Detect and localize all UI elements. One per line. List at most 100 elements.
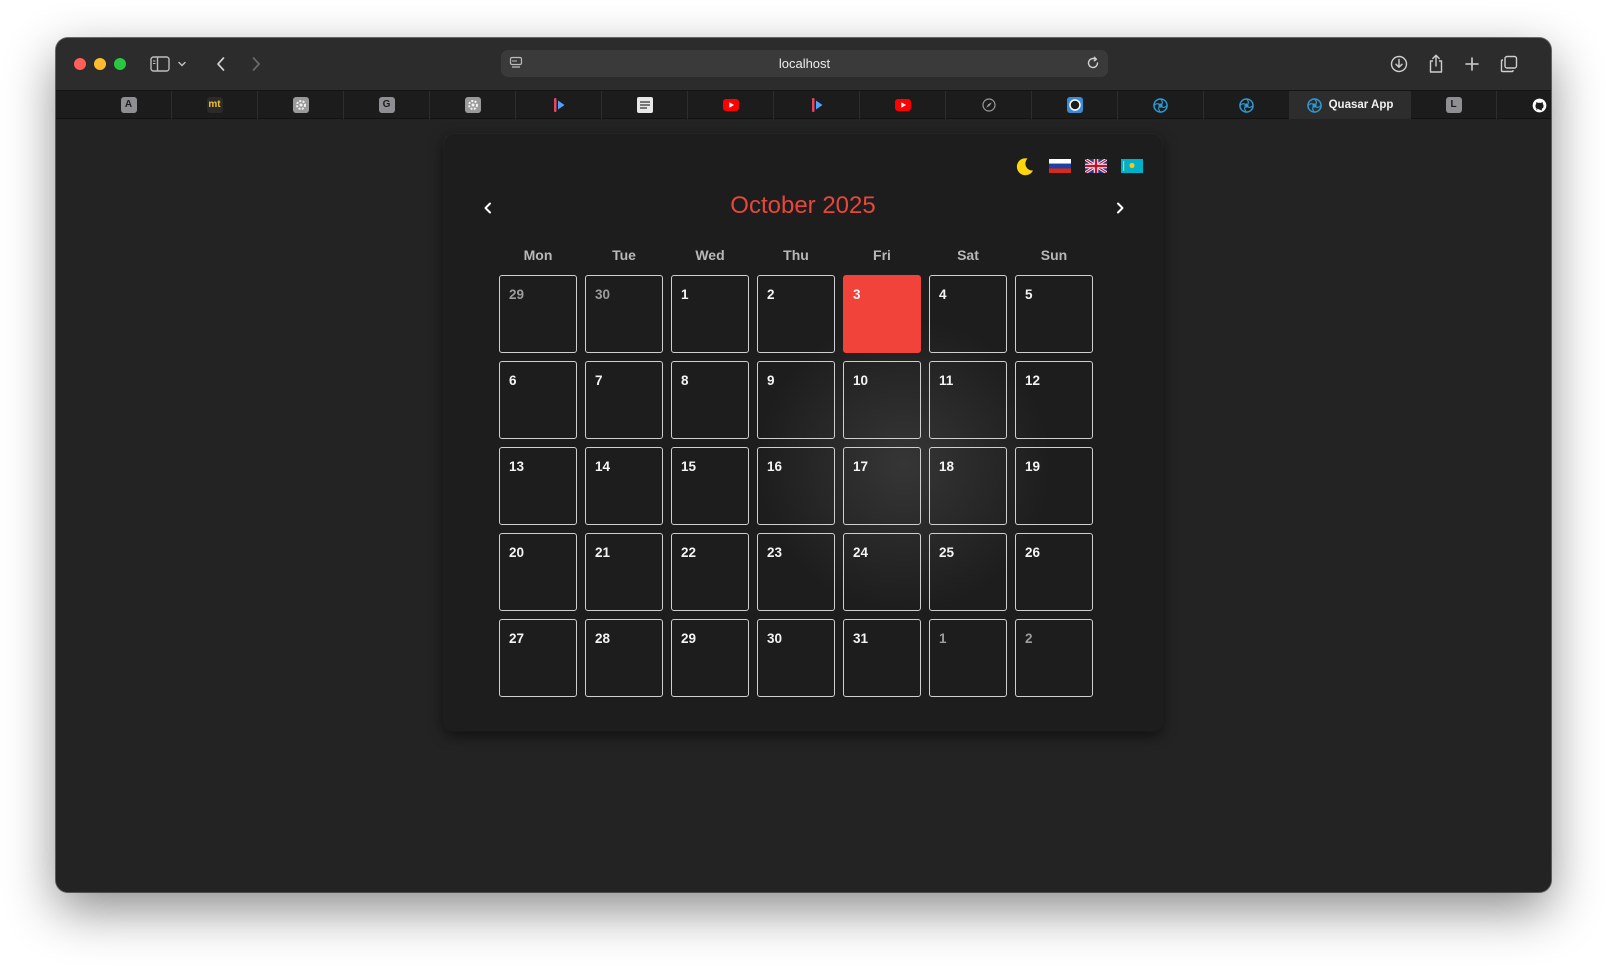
day-cell[interactable]: 7 bbox=[585, 361, 663, 439]
day-cell[interactable]: 29 bbox=[499, 275, 577, 353]
browser-tab[interactable]: L bbox=[1411, 91, 1497, 119]
day-cell[interactable]: 30 bbox=[585, 275, 663, 353]
day-cell[interactable]: 8 bbox=[671, 361, 749, 439]
browser-tab[interactable]: G bbox=[344, 91, 430, 119]
day-cell[interactable]: 14 bbox=[585, 447, 663, 525]
day-number: 14 bbox=[595, 459, 611, 474]
browser-tab[interactable] bbox=[688, 91, 774, 119]
day-number: 20 bbox=[509, 545, 525, 560]
day-cell[interactable]: 1 bbox=[671, 275, 749, 353]
russian-flag-icon[interactable] bbox=[1049, 159, 1071, 173]
day-cell[interactable]: 2 bbox=[757, 275, 835, 353]
day-number: 13 bbox=[509, 459, 525, 474]
day-cell[interactable]: 15 bbox=[671, 447, 749, 525]
calendar-card: October 2025 Mon Tue Wed Thu Fri Sat Sun 29 30 1 2… bbox=[444, 134, 1162, 731]
day-cell[interactable]: 21 bbox=[585, 533, 663, 611]
github-favicon bbox=[1532, 97, 1548, 113]
day-number: 2 bbox=[1025, 631, 1033, 646]
day-cell[interactable]: 2 bbox=[1015, 619, 1093, 697]
day-number: 10 bbox=[853, 373, 869, 388]
day-cell[interactable]: 30 bbox=[757, 619, 835, 697]
youtube-favicon bbox=[722, 97, 739, 113]
day-cell[interactable]: 16 bbox=[757, 447, 835, 525]
day-cell[interactable]: 31 bbox=[843, 619, 921, 697]
day-cell[interactable]: 12 bbox=[1015, 361, 1093, 439]
zoom-window-button[interactable] bbox=[114, 58, 126, 70]
browser-tab[interactable] bbox=[1118, 91, 1204, 119]
browser-tab[interactable] bbox=[1032, 91, 1118, 119]
day-cell-today[interactable]: 3 bbox=[843, 275, 921, 353]
day-cell[interactable]: 23 bbox=[757, 533, 835, 611]
day-number: 29 bbox=[509, 287, 525, 302]
browser-tab[interactable] bbox=[946, 91, 1032, 119]
chevron-down-icon[interactable] bbox=[175, 52, 189, 76]
day-number: 12 bbox=[1025, 373, 1041, 388]
browser-window: localhost Amt G Quasar App L October 202… bbox=[56, 38, 1551, 892]
day-cell[interactable]: 24 bbox=[843, 533, 921, 611]
address-bar[interactable]: localhost bbox=[501, 50, 1108, 77]
day-number: 2 bbox=[767, 287, 775, 302]
kazakhstan-flag-icon[interactable] bbox=[1121, 159, 1143, 173]
next-month-button[interactable] bbox=[1108, 196, 1132, 220]
browser-tab[interactable] bbox=[774, 91, 860, 119]
day-cell[interactable]: 18 bbox=[929, 447, 1007, 525]
browser-tab[interactable] bbox=[258, 91, 344, 119]
weekday-header: Wed bbox=[695, 247, 725, 263]
day-number: 30 bbox=[595, 287, 611, 302]
day-cell[interactable]: 29 bbox=[671, 619, 749, 697]
day-cell[interactable]: 4 bbox=[929, 275, 1007, 353]
back-arrow-icon[interactable] bbox=[209, 52, 233, 76]
day-number: 9 bbox=[767, 373, 775, 388]
day-cell[interactable]: 9 bbox=[757, 361, 835, 439]
day-number: 31 bbox=[853, 631, 869, 646]
tab-overview-icon[interactable] bbox=[1497, 52, 1521, 76]
browser-tab[interactable] bbox=[602, 91, 688, 119]
day-number: 18 bbox=[939, 459, 955, 474]
day-cell[interactable]: 19 bbox=[1015, 447, 1093, 525]
new-tab-plus-icon[interactable] bbox=[1460, 52, 1484, 76]
browser-tab[interactable] bbox=[516, 91, 602, 119]
forward-arrow-icon[interactable] bbox=[244, 52, 268, 76]
share-icon[interactable] bbox=[1424, 52, 1448, 76]
uk-flag-icon[interactable] bbox=[1085, 159, 1107, 173]
browser-tab[interactable] bbox=[1204, 91, 1290, 119]
tab-bar: Amt G Quasar App L bbox=[56, 90, 1551, 119]
day-cell[interactable]: 25 bbox=[929, 533, 1007, 611]
day-cell[interactable]: 28 bbox=[585, 619, 663, 697]
sidebar-toggle-icon[interactable] bbox=[148, 52, 172, 76]
day-cell[interactable]: 27 bbox=[499, 619, 577, 697]
browser-tab[interactable]: A bbox=[86, 91, 172, 119]
day-number: 29 bbox=[681, 631, 697, 646]
close-window-button[interactable] bbox=[74, 58, 86, 70]
day-number: 23 bbox=[767, 545, 783, 560]
mt-favicon: mt bbox=[206, 97, 223, 113]
moon-icon[interactable] bbox=[1012, 155, 1036, 179]
day-cell[interactable]: 1 bbox=[929, 619, 1007, 697]
downloads-icon[interactable] bbox=[1387, 52, 1411, 76]
day-number: 30 bbox=[767, 631, 783, 646]
weekday-header: Fri bbox=[873, 247, 891, 263]
browser-tab[interactable] bbox=[860, 91, 946, 119]
day-number: 19 bbox=[1025, 459, 1041, 474]
browser-tab[interactable] bbox=[1497, 91, 1551, 119]
browser-tab[interactable] bbox=[430, 91, 516, 119]
day-number: 16 bbox=[767, 459, 783, 474]
day-cell[interactable]: 22 bbox=[671, 533, 749, 611]
weekday-header: Sat bbox=[957, 247, 979, 263]
letter-g-favicon: G bbox=[378, 97, 395, 113]
day-cell[interactable]: 20 bbox=[499, 533, 577, 611]
day-cell[interactable]: 5 bbox=[1015, 275, 1093, 353]
day-cell[interactable]: 11 bbox=[929, 361, 1007, 439]
grey-gear-favicon bbox=[292, 97, 309, 113]
minimize-window-button[interactable] bbox=[94, 58, 106, 70]
day-cell[interactable]: 17 bbox=[843, 447, 921, 525]
blue-circle-favicon bbox=[1066, 97, 1083, 113]
day-cell[interactable]: 26 bbox=[1015, 533, 1093, 611]
browser-tab[interactable]: Quasar App bbox=[1290, 91, 1411, 119]
day-cell[interactable]: 6 bbox=[499, 361, 577, 439]
reload-icon[interactable] bbox=[1086, 56, 1100, 75]
browser-tab[interactable]: mt bbox=[172, 91, 258, 119]
day-number: 8 bbox=[681, 373, 689, 388]
day-cell[interactable]: 10 bbox=[843, 361, 921, 439]
day-cell[interactable]: 13 bbox=[499, 447, 577, 525]
